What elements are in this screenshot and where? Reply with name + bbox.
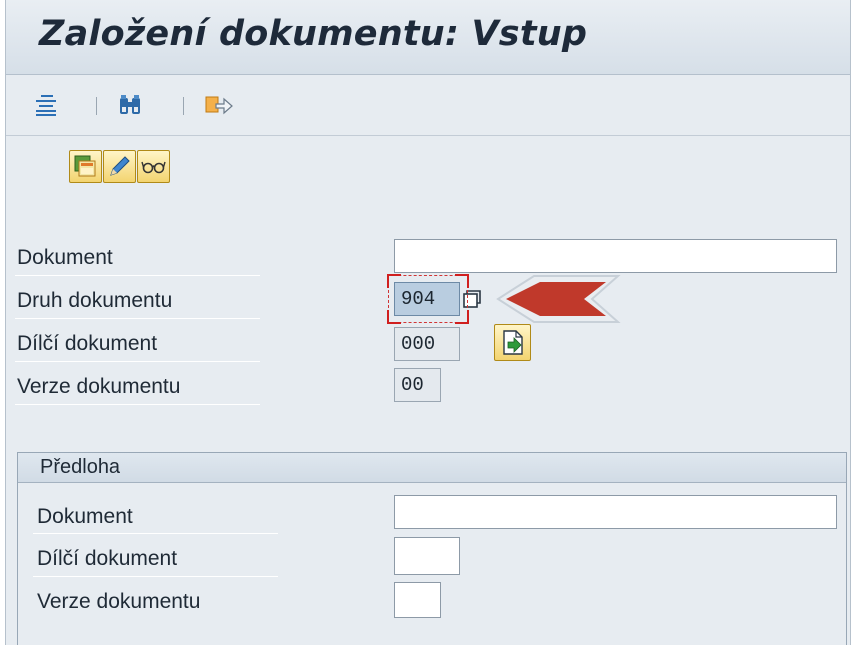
title-bar: Založení dokumentu: Vstup: [6, 0, 850, 75]
edit-pencil-icon: [110, 156, 130, 176]
template-document-input[interactable]: [394, 495, 837, 529]
row-divider: [33, 533, 278, 534]
toolbar-separator: [96, 97, 97, 115]
enter-document-icon: [503, 330, 523, 355]
template-group-header: Předloha: [18, 453, 846, 483]
row-divider: [15, 361, 260, 362]
document-version-label: Verze dokumentu: [17, 375, 181, 398]
sap-window: Založení dokumentu: Vstup Dokument Druh …: [5, 0, 851, 645]
align-text-icon[interactable]: [33, 92, 59, 118]
display-document-button[interactable]: [137, 150, 170, 183]
document-label: Dokument: [17, 246, 113, 269]
toolbar: [6, 75, 850, 136]
continue-button[interactable]: [494, 324, 531, 361]
toolbar-separator: [183, 97, 184, 115]
template-document-label: Dokument: [37, 505, 133, 528]
row-divider: [15, 275, 260, 276]
create-document-button[interactable]: [69, 150, 102, 183]
export-icon[interactable]: [204, 92, 233, 118]
row-divider: [15, 404, 260, 405]
template-document-version-input[interactable]: [394, 582, 441, 618]
document-type-label: Druh dokumentu: [17, 289, 173, 312]
new-document-icon: [74, 155, 96, 177]
row-divider: [15, 318, 260, 319]
template-document-part-input[interactable]: [394, 537, 460, 575]
display-glasses-icon: [141, 161, 166, 174]
document-version-input[interactable]: 00: [394, 368, 441, 402]
template-group-title: Předloha: [40, 456, 121, 478]
binoculars-icon[interactable]: [117, 92, 143, 118]
window-title: Založení dokumentu: Vstup: [39, 14, 588, 54]
document-part-input[interactable]: 000: [394, 327, 460, 361]
document-part-label: Dílčí dokument: [17, 332, 158, 355]
template-document-version-label: Verze dokumentu: [37, 590, 201, 613]
row-divider: [33, 576, 278, 577]
template-document-part-label: Dílčí dokument: [37, 547, 178, 570]
callout-arrow-icon: [496, 275, 621, 323]
focus-marker: [387, 274, 469, 324]
change-document-button[interactable]: [103, 150, 136, 183]
